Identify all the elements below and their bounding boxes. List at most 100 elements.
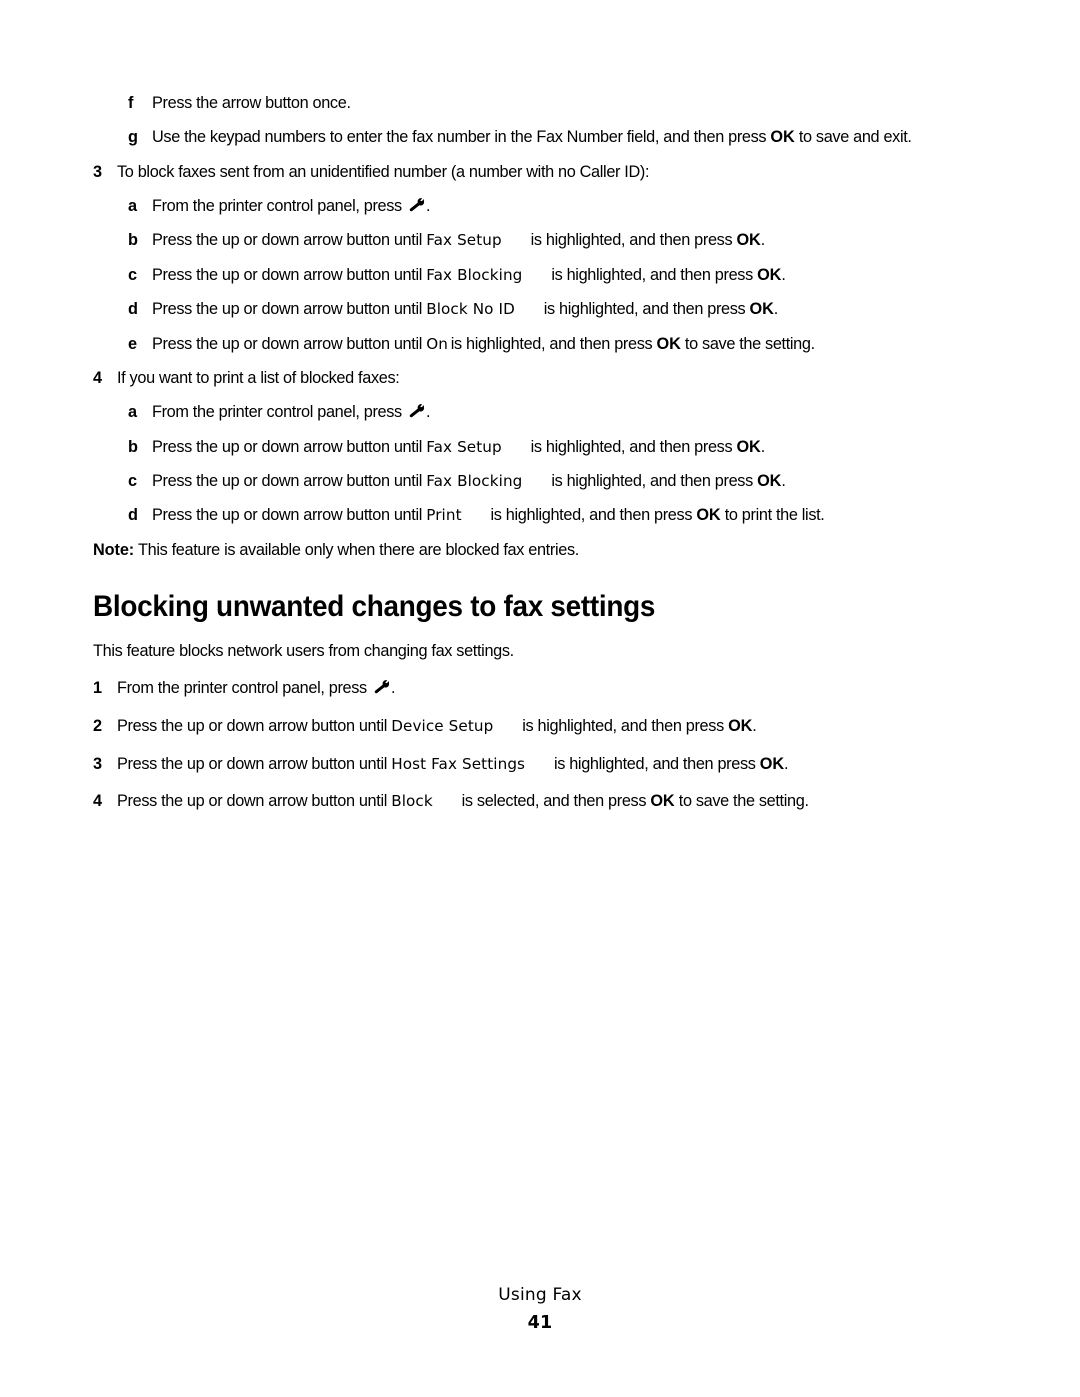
step-text: Press the up or down arrow button until … [152,471,1003,492]
step-item-3c: c Press the up or down arrow button until… [93,265,1003,286]
step-text-run: to print the list. [720,506,825,525]
menu-item-name: Fax Blocking [426,265,523,284]
step-text: Press the up or down arrow button until … [152,334,1003,355]
step-text-run: is highlighted, and then press [553,754,760,773]
step-text-run: Press the up or down arrow button until [117,792,392,811]
ok-button-reference: OK [749,300,774,319]
step-marker: a [128,403,137,422]
ok-button-reference: OK [757,265,782,284]
step-item-g: g Use the keypad numbers to enter the fax… [93,127,1003,148]
step-marker: 4 [93,792,102,811]
step-text: From the printer control panel, press . [117,678,1003,699]
step-text-run: to save the setting. [680,334,815,353]
step-item-4: 4 If you want to print a list of blocked … [93,368,1003,389]
wrench-icon [408,404,425,419]
step-item-4c: c Press the up or down arrow button until… [93,471,1003,492]
step-4-group: 4 If you want to print a list of blocked … [93,368,1003,526]
step-text-run: . [783,754,789,773]
menu-item-name: Fax Setup [426,437,502,456]
step-item-3d: d Press the up or down arrow button until… [93,299,1003,320]
ok-button-reference: OK [736,231,761,250]
document-page: f Press the arrow button once. g Use the ke… [0,0,1080,1397]
step-text-run: is highlighted, and then press [530,231,737,250]
step-text-run: is highlighted, and then press [551,471,758,490]
note-text: This feature is available only when ther… [134,540,579,559]
step-text-run: is highlighted, and then press [450,334,657,353]
note-label: Note: [93,540,135,559]
page-content: f Press the arrow button once. g Use the ke… [93,93,1003,829]
step-text: Press the up or down arrow button until … [117,716,1003,737]
step-text-run: . [426,197,431,216]
note-paragraph: Note: This feature is available only whe… [93,540,1003,561]
menu-item-name: Block No ID [426,300,515,319]
page-title: Blocking unwanted changes to fax setting… [93,589,656,623]
ok-button-reference: OK [757,471,782,490]
step-marker: e [128,334,137,353]
step-item-3b: b Press the up or down arrow button until… [93,230,1003,251]
section-step-item-2: 2 Press the up or down arrow button until… [93,716,1003,737]
step-text-run: . [760,231,766,250]
menu-item-name: On [426,334,448,353]
section-steps-group: 1 From the printer control panel, press .… [93,678,1003,812]
step-marker: b [128,231,138,250]
footer-page-number: 41 [527,1313,553,1334]
step-text-run: is highlighted, and then press [551,265,758,284]
step-text-run: Press the up or down arrow button until [152,437,427,456]
step-text-run: From the printer control panel, press [117,678,372,697]
step-text-run: From the printer control panel, press [152,403,407,422]
step-text: Press the up or down arrow button until … [117,791,1003,812]
step-item-3: 3 To block faxes sent from an unidentifie… [93,162,1003,183]
step-text: Press the up or down arrow button until … [152,505,1003,526]
step-marker: 4 [93,368,102,387]
step-text: Use the keypad numbers to enter the fax … [152,127,1003,148]
step-text-run: From the printer control panel, press [152,197,407,216]
step-text: If you want to print a list of blocked f… [117,368,400,387]
menu-item-name: Block [391,792,433,811]
step-marker: 3 [93,162,102,181]
section-intro-paragraph: This feature blocks network users from c… [93,642,514,661]
step-item-4b: b Press the up or down arrow button until… [93,437,1003,458]
ok-button-reference: OK [759,754,784,773]
menu-item-name: Host Fax Settings [391,754,526,773]
step-text: From the printer control panel, press . [152,196,1003,217]
page-footer: Using Fax 41 [0,1285,1080,1335]
ok-button-reference: OK [770,128,795,147]
step-item-f: f Press the arrow button once. [93,93,1003,114]
menu-item-name: Fax Blocking [426,471,523,490]
step-text: Press the up or down arrow button until … [117,754,1003,775]
step-text: Press the up or down arrow button until … [152,299,1003,320]
section-step-item-4: 4 Press the up or down arrow button until… [93,791,1003,812]
wrench-icon [373,680,390,695]
menu-item-name: Device Setup [391,716,494,735]
step-marker: c [128,265,137,284]
step-text-run: . [391,678,396,697]
step-text: Press the arrow button once. [152,93,1003,114]
step-marker: 1 [93,678,102,697]
menu-item-name: Print [426,506,462,525]
ok-button-reference: OK [728,716,753,735]
step-marker: d [128,506,138,525]
step-text-run: is highlighted, and then press [522,716,729,735]
step-text-run: to save the setting. [674,792,809,811]
continued-steps-group: f Press the arrow button once. g Use the ke… [93,93,1003,148]
step-marker: g [128,128,138,147]
menu-item-name: Fax Setup [426,231,502,250]
step-text-run: is highlighted, and then press [490,506,697,525]
step-marker: d [128,300,138,319]
step-text-run: . [773,300,779,319]
step-text-run: Press the up or down arrow button until [152,471,427,490]
step-marker: 2 [93,716,102,735]
ok-button-reference: OK [650,792,675,811]
step-text-run: Press the up or down arrow button until [152,334,427,353]
step-text-run: . [781,265,786,284]
ok-button-reference: OK [656,334,681,353]
step-item-4a: a From the printer control panel, press . [93,402,1003,423]
step-text: From the printer control panel, press . [152,402,1003,423]
footer-section-title: Using Fax [498,1285,582,1305]
step-text: Press the up or down arrow button until … [152,230,1003,251]
step-text-run: Press the arrow button once. [152,94,351,112]
step-text-run: is highlighted, and then press [530,437,737,456]
section-step-item-1: 1 From the printer control panel, press . [93,678,1003,699]
step-text-run: is highlighted, and then press [543,300,750,319]
step-text-run: Press the up or down arrow button until [117,716,392,735]
